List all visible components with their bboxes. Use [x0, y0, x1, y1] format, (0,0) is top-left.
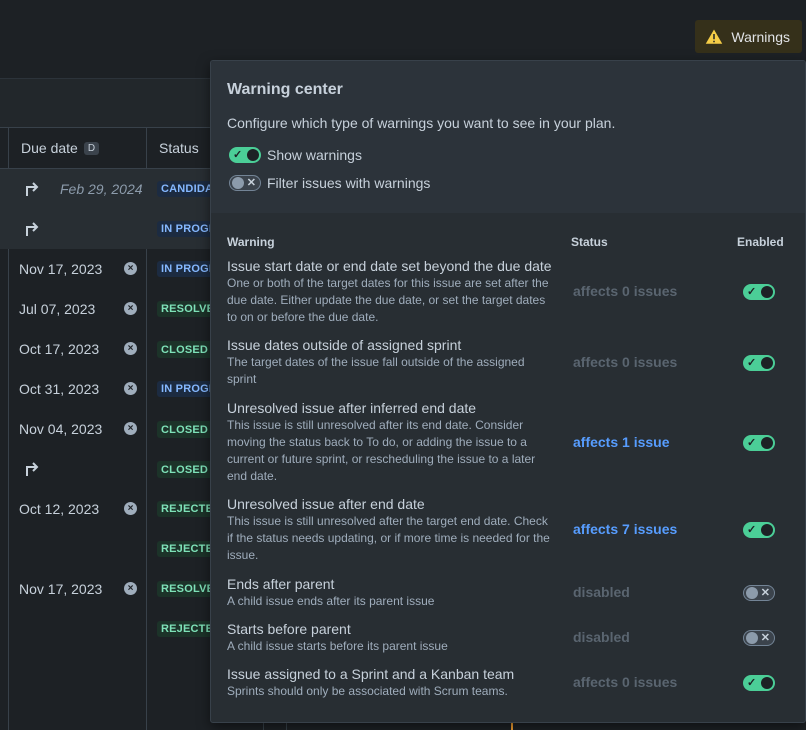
warning-enabled-toggle[interactable]: ✕ [743, 630, 775, 646]
warning-item: Issue start date or end date set beyond … [227, 258, 797, 326]
warning-column-header: Warning [227, 235, 275, 249]
warning-status: affects 0 issues [573, 674, 678, 690]
due-date-value[interactable]: Feb 29, 2024 [60, 181, 143, 197]
enabled-toggle-wrap[interactable]: ✕ [743, 630, 775, 649]
show-warnings-row[interactable]: ✓ Show warnings [229, 147, 362, 163]
status-lozenge[interactable]: RESOLVE [157, 301, 219, 317]
clear-date-icon[interactable]: × [124, 342, 137, 355]
filter-issues-toggle[interactable]: ✕ [229, 175, 261, 191]
status-header[interactable]: Status [159, 140, 199, 156]
warning-center-header: Warning center Configure which type of w… [211, 61, 805, 213]
warning-status: affects 0 issues [573, 283, 678, 299]
close-icon: ✕ [760, 632, 770, 644]
clear-date-icon[interactable]: × [124, 302, 137, 315]
check-icon: ✓ [747, 286, 757, 298]
warning-title: Unresolved issue after end date [227, 496, 425, 512]
filter-issues-label: Filter issues with warnings [267, 175, 431, 191]
warning-center-popup: Warning center Configure which type of w… [210, 60, 806, 723]
filter-issues-row[interactable]: ✕ Filter issues with warnings [229, 175, 430, 191]
enabled-column-header: Enabled [737, 235, 784, 249]
warning-enabled-toggle[interactable]: ✓ [743, 675, 775, 691]
clear-date-icon[interactable]: × [124, 502, 137, 515]
warnings-button[interactable]: Warnings [695, 20, 802, 53]
warning-title: Unresolved issue after inferred end date [227, 400, 477, 416]
warning-description: This issue is still unresolved after the… [227, 514, 550, 562]
warning-description: Sprints should only be associated with S… [227, 684, 508, 698]
affected-issues-link[interactable]: affects 1 issue [573, 434, 670, 450]
warning-title: Starts before parent [227, 621, 351, 637]
due-date-header[interactable]: Due date D [21, 140, 100, 156]
warning-item: Unresolved issue after inferred end date… [227, 400, 797, 485]
status-lozenge[interactable]: CANDIDA [157, 181, 218, 197]
warning-item: Issue assigned to a Sprint and a Kanban … [227, 666, 797, 700]
warning-enabled-toggle[interactable]: ✓ [743, 355, 775, 371]
warning-title: Ends after parent [227, 576, 335, 592]
due-date-value[interactable]: Jul 07, 2023 [19, 301, 95, 317]
warning-status: disabled [573, 584, 630, 600]
warning-title: Issue dates outside of assigned sprint [227, 337, 462, 353]
warning-status: disabled [573, 629, 630, 645]
status-lozenge[interactable]: RESOLVE [157, 581, 219, 597]
warning-description: A child issue starts before its parent i… [227, 639, 448, 653]
warnings-button-label: Warnings [731, 28, 790, 45]
affected-issues-link[interactable]: affects 7 issues [573, 521, 677, 537]
warning-icon [706, 29, 723, 44]
warning-status: affects 0 issues [573, 354, 678, 370]
warning-item: Unresolved issue after end date This issu… [227, 496, 797, 564]
enabled-toggle-wrap[interactable]: ✓ [743, 284, 775, 303]
close-icon: ✕ [760, 587, 770, 599]
clear-date-icon[interactable]: × [124, 262, 137, 275]
due-date-value[interactable]: Oct 31, 2023 [19, 381, 99, 397]
inherited-arrow-icon [26, 222, 39, 236]
warning-description: The target dates of the issue fall outsi… [227, 355, 525, 386]
warning-enabled-toggle[interactable]: ✓ [743, 284, 775, 300]
inherited-arrow-icon [26, 462, 39, 476]
due-date-value[interactable]: Nov 04, 2023 [19, 421, 102, 437]
clear-date-icon[interactable]: × [124, 382, 137, 395]
warning-description: One or both of the target dates for this… [227, 276, 549, 324]
warning-title: Issue assigned to a Sprint and a Kanban … [227, 666, 515, 682]
check-icon: ✓ [233, 149, 243, 161]
warning-item: Ends after parent A child issue ends afte… [227, 576, 797, 610]
warning-center-description: Configure which type of warnings you wan… [227, 115, 616, 131]
enabled-toggle-wrap[interactable]: ✓ [743, 675, 775, 694]
enabled-toggle-wrap[interactable]: ✓ [743, 522, 775, 541]
due-date-value[interactable]: Oct 12, 2023 [19, 501, 99, 517]
inherited-arrow-icon [26, 182, 39, 196]
close-icon: ✕ [246, 177, 256, 189]
enabled-toggle-wrap[interactable]: ✓ [743, 435, 775, 454]
warning-center-title: Warning center [227, 81, 343, 98]
clear-date-icon[interactable]: × [124, 582, 137, 595]
enabled-toggle-wrap[interactable]: ✓ [743, 355, 775, 374]
check-icon: ✓ [747, 524, 757, 536]
check-icon: ✓ [747, 677, 757, 689]
due-date-value[interactable]: Nov 17, 2023 [19, 581, 102, 597]
due-date-value[interactable]: Oct 17, 2023 [19, 341, 99, 357]
warning-title: Issue start date or end date set beyond … [227, 258, 552, 274]
warning-enabled-toggle[interactable]: ✕ [743, 585, 775, 601]
show-warnings-label: Show warnings [267, 147, 362, 163]
check-icon: ✓ [747, 437, 757, 449]
status-column-header: Status [571, 235, 608, 249]
due-date-shortcut: D [83, 141, 100, 155]
warning-description: This issue is still unresolved after its… [227, 418, 536, 483]
warning-item: Issue dates outside of assigned sprint Th… [227, 337, 797, 388]
clear-date-icon[interactable]: × [124, 422, 137, 435]
warning-enabled-toggle[interactable]: ✓ [743, 435, 775, 451]
warning-item: Starts before parent A child issue starts… [227, 621, 797, 655]
show-warnings-toggle[interactable]: ✓ [229, 147, 261, 163]
enabled-toggle-wrap[interactable]: ✕ [743, 585, 775, 604]
check-icon: ✓ [747, 357, 757, 369]
warning-description: A child issue ends after its parent issu… [227, 594, 435, 608]
due-date-value[interactable]: Nov 17, 2023 [19, 261, 102, 277]
warning-enabled-toggle[interactable]: ✓ [743, 522, 775, 538]
